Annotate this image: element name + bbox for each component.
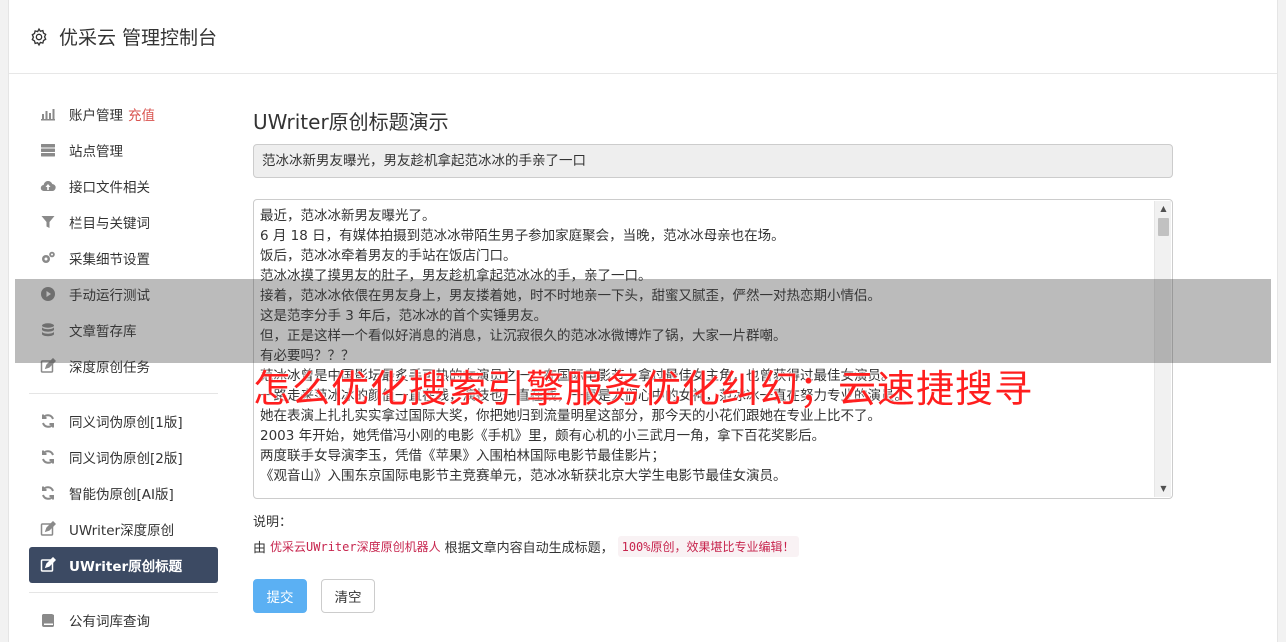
book-icon (39, 612, 57, 628)
app-title: 优采云 管理控制台 (59, 27, 218, 49)
clear-button[interactable]: 清空 (321, 579, 375, 613)
sidebar-item-label: 站点管理 (69, 144, 123, 160)
sidebar-item-ai-rewrite[interactable]: 智能伪原创[AI版] (29, 475, 218, 511)
sidebar-item-uwriter-deep[interactable]: UWriter深度原创 (29, 511, 218, 547)
note-middle: 根据文章内容自动生成标题， (444, 541, 614, 556)
edit-icon (39, 521, 57, 537)
scroll-up-icon[interactable]: ▲ (1155, 202, 1172, 216)
article-line: 《观音山》入围东京国际电影节主竞赛单元，范冰冰斩获北京大学生电影节最佳女演员。 (260, 468, 787, 484)
sidebar-item-label: 同义词伪原创[2版] (69, 451, 183, 467)
sidebar-item-collect-settings[interactable]: 采集细节设置 (29, 240, 218, 276)
page-title: UWriter原创标题演示 (253, 110, 449, 134)
sidebar-item-account[interactable]: 账户管理 充值 (29, 96, 218, 132)
filter-icon (39, 214, 57, 230)
note-label: 说明： (253, 515, 293, 530)
refresh-icon (39, 413, 57, 429)
recharge-link[interactable]: 充值 (128, 104, 155, 124)
sidebar-item-label: UWriter深度原创 (69, 523, 175, 539)
scroll-down-icon[interactable]: ▼ (1155, 482, 1172, 496)
sidebar-divider (29, 592, 218, 593)
note-line: 由 优采云UWriter深度原创机器人 根据文章内容自动生成标题， 100%原创… (253, 536, 1173, 557)
sidebar-item-label: 账户管理 (69, 108, 123, 124)
cloud-upload-icon (39, 178, 57, 194)
sidebar-item-columns-keywords[interactable]: 栏目与关键词 (29, 204, 218, 240)
sidebar-item-uwriter-title[interactable]: UWriter原创标题 (29, 547, 218, 583)
article-line: 最近，范冰冰新男友曝光了。 (260, 208, 436, 224)
note-prefix: 由 (253, 541, 267, 556)
top-bar: 优采云 管理控制台 (9, 0, 1277, 74)
sidebar-item-label: 公有词库查询 (69, 614, 150, 630)
submit-button[interactable]: 提交 (253, 579, 307, 613)
generated-title-field[interactable]: 范冰冰新男友曝光，男友趁机拿起范冰冰的手亲了一口 (253, 144, 1173, 178)
sidebar-item-label: 采集细节设置 (69, 252, 150, 268)
refresh-icon (39, 485, 57, 501)
article-line: 6 月 18 日，有媒体拍摄到范冰冰带陌生男子参加家庭聚会，当晚，范冰冰母亲也在… (260, 228, 785, 244)
article-line: 饭后，范冰冰牵着男友的手站在饭店门口。 (260, 248, 517, 264)
gear-icon (29, 27, 49, 47)
action-buttons: 提交 清空 (253, 579, 1173, 613)
server-icon (39, 142, 57, 158)
watermark-band (15, 279, 1271, 363)
sidebar-item-label: 栏目与关键词 (69, 216, 150, 232)
sidebar-item-sites[interactable]: 站点管理 (29, 132, 218, 168)
refresh-icon (39, 449, 57, 465)
article-line: 两度联手女导演李玉，凭借《苹果》入围柏林国际电影节最佳影片； (260, 448, 665, 464)
article-line: 2003 年开始，她凭借冯小刚的电影《手机》里，颇有心机的小三武月一角，拿下百花… (260, 428, 826, 444)
sidebar-item-interface-files[interactable]: 接口文件相关 (29, 168, 218, 204)
note-highlight: 100%原创，效果堪比专业编辑！ (617, 536, 799, 557)
watermark-text: 怎么优化搜索引擎服务优化纠幻；云速捷搜寻 (252, 367, 1033, 411)
sidebar-item-label: UWriter原创标题 (69, 559, 183, 575)
edit-icon (39, 557, 57, 573)
sidebar-item-public-lexicon[interactable]: 公有词库查询 (29, 602, 218, 638)
note-robot-name: 优采云UWriter深度原创机器人 (270, 540, 441, 554)
sidebar-item-label: 接口文件相关 (69, 180, 150, 196)
sidebar-item-label: 同义词伪原创[1版] (69, 415, 183, 431)
gears-icon (39, 250, 57, 266)
sidebar-item-label: 智能伪原创[AI版] (69, 487, 174, 503)
bar-chart-icon (39, 106, 57, 122)
sidebar-item-synonym-v2[interactable]: 同义词伪原创[2版] (29, 439, 218, 475)
scroll-thumb[interactable] (1158, 218, 1169, 236)
